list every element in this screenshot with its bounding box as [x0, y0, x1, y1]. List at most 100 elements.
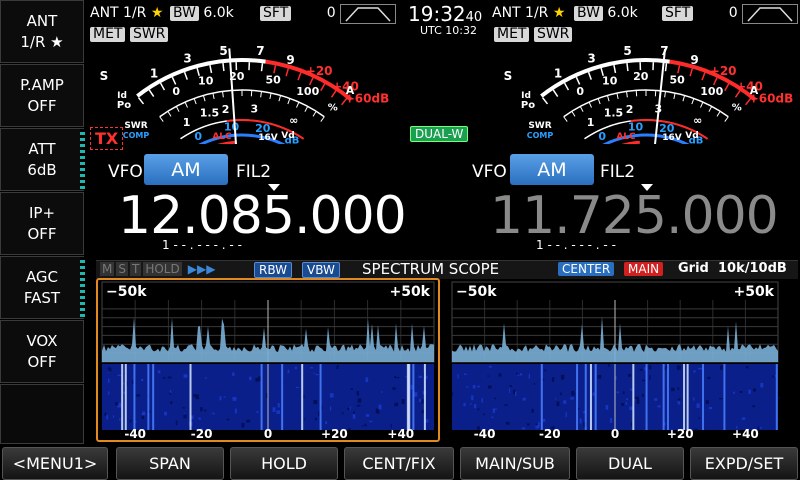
waterfall-noise	[223, 396, 226, 398]
sft-label: SFT	[260, 6, 292, 21]
filter-shape-icon	[742, 4, 798, 24]
po-tick	[159, 116, 164, 122]
span-right-label: +50k	[389, 284, 430, 300]
po-tick-label: 0	[172, 85, 180, 98]
bw-value: 6.0k	[607, 5, 638, 21]
s-meter-tick	[541, 97, 549, 105]
s-meter-tick	[148, 89, 155, 97]
sub-frequency[interactable]: 11.725.000	[490, 190, 779, 242]
side-button-att[interactable]: ATT 6dB	[0, 128, 85, 191]
waterfall-noise	[609, 418, 613, 423]
axis-tick-label: +40	[732, 427, 759, 441]
waterfall-noise	[634, 399, 637, 401]
rbw-button[interactable]: RBW	[254, 262, 293, 278]
scope-speed-icon: ▶▶▶	[187, 262, 216, 276]
waterfall-noise	[175, 420, 178, 426]
waterfall-noise	[457, 373, 459, 379]
main-sft[interactable]: SFT 0	[260, 5, 336, 21]
waterfall-noise	[472, 385, 476, 389]
expd-set-button[interactable]: EXPD/SET	[690, 447, 798, 480]
ant-label: ANT 1/R	[90, 5, 147, 21]
filter-shape-icon	[340, 4, 396, 24]
waterfall-noise	[509, 388, 511, 393]
waterfall-noise	[520, 373, 523, 376]
utc-time: UTC 10:32	[420, 24, 478, 37]
waterfall-noise	[597, 375, 602, 379]
waterfall-noise	[642, 379, 646, 382]
span-button[interactable]: SPAN	[116, 447, 224, 480]
main-spectrum-scope[interactable]: −50k +50k -40 -20 0 +20 +40	[96, 278, 440, 442]
waterfall-noise	[677, 400, 681, 405]
waterfall-noise	[741, 417, 746, 420]
main-sub-button[interactable]: MAIN/SUB	[460, 447, 570, 480]
sub-bw[interactable]: BW 6.0k	[574, 5, 638, 21]
main-filter[interactable]: FIL2	[236, 162, 271, 182]
center-mode-badge[interactable]: CENTER	[558, 262, 615, 276]
vbw-button[interactable]: VBW	[302, 262, 340, 278]
s-meter-tick	[613, 64, 617, 74]
main-scope-badge[interactable]: MAIN	[624, 262, 664, 276]
main-ant-status: ANT 1/R ★	[90, 5, 164, 21]
waterfall-noise	[621, 402, 625, 406]
swr-tick-label: ∞	[693, 114, 702, 127]
main-frequency[interactable]: 12.085.000	[118, 190, 407, 242]
clock-time: 19:32	[408, 2, 466, 26]
waterfall-noise	[112, 415, 114, 418]
dual-button[interactable]: DUAL	[576, 447, 684, 480]
main-mode-button[interactable]: AM	[144, 154, 228, 185]
menu1-button[interactable]: <MENU1>	[2, 447, 108, 480]
po-tick-label: 10	[198, 74, 214, 87]
waterfall-noise	[463, 402, 466, 407]
cent-fix-button[interactable]: CENT/FIX	[344, 447, 454, 480]
waterfall-noise	[452, 392, 454, 396]
side-label: ANT	[26, 11, 58, 30]
vd-volt-label: 16V	[662, 133, 682, 143]
waterfall-noise	[720, 365, 723, 370]
sft-label: SFT	[662, 6, 694, 21]
s-tick-label: 9	[690, 53, 698, 67]
s-meter-tick	[171, 76, 177, 85]
waterfall-noise	[272, 407, 276, 412]
waterfall-noise	[164, 411, 167, 416]
sub-filter[interactable]: FIL2	[600, 162, 635, 182]
scope-flags: M S T HOLD ▶▶▶	[100, 262, 219, 276]
waterfall-noise	[654, 398, 658, 401]
waterfall-noise	[356, 404, 361, 407]
waterfall-noise	[325, 421, 328, 425]
waterfall-noise	[287, 369, 290, 374]
comp-tick-label: 0	[194, 130, 202, 143]
waterfall-noise	[616, 391, 620, 394]
waterfall-noise	[745, 366, 749, 369]
waterfall-signal	[540, 364, 543, 430]
side-button-ant[interactable]: ANT 1/R ★	[0, 0, 84, 63]
po-tick-label: 10	[602, 74, 618, 87]
side-blank	[0, 384, 84, 444]
waterfall-noise	[365, 414, 370, 417]
waterfall-noise	[401, 399, 405, 405]
sub-mode-button[interactable]: AM	[510, 154, 594, 185]
s-meter-tick	[273, 65, 277, 74]
waterfall-noise	[639, 368, 643, 371]
side-button-ipplus[interactable]: IP+ OFF	[0, 192, 84, 255]
waterfall-noise	[760, 382, 764, 388]
s-meter-tick	[724, 83, 730, 92]
main-bw[interactable]: BW 6.0k	[170, 5, 234, 21]
po-tick	[296, 101, 300, 108]
waterfall-noise	[517, 374, 520, 377]
waterfall-noise	[515, 372, 519, 375]
waterfall-signal	[666, 364, 669, 430]
hold-button[interactable]: HOLD	[230, 447, 338, 480]
waterfall-noise	[380, 391, 383, 393]
side-button-agc[interactable]: AGC FAST	[0, 256, 85, 319]
side-button-pamp[interactable]: P.AMP OFF	[0, 64, 84, 127]
waterfall-noise	[551, 377, 555, 382]
waterfall-noise	[474, 404, 477, 409]
sub-sft[interactable]: SFT 0	[662, 5, 738, 21]
waterfall-noise	[294, 366, 297, 370]
waterfall-noise	[356, 391, 360, 396]
s-tick-label: +20	[306, 64, 333, 78]
sub-spectrum-scope[interactable]: −50k +50k -40 -20 0 +20 +40	[446, 278, 784, 442]
side-button-vox[interactable]: VOX OFF	[0, 320, 84, 383]
waterfall-noise	[579, 418, 582, 424]
comp-label: COMP	[123, 131, 150, 140]
